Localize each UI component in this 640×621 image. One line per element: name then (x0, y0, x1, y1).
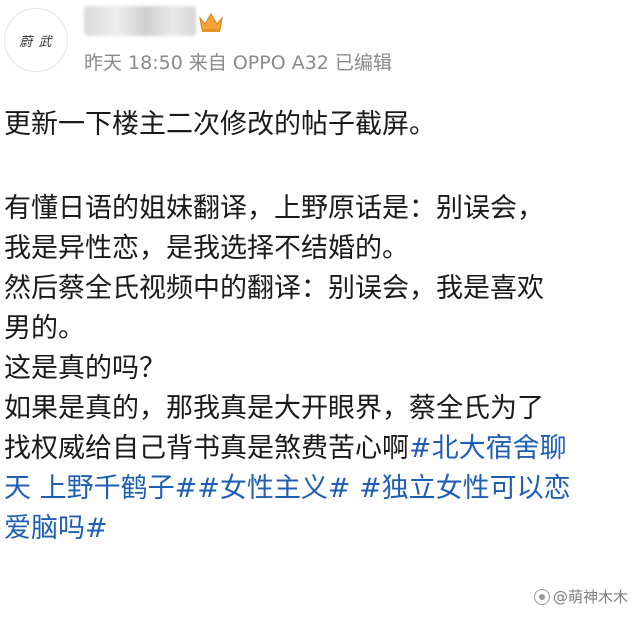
post-line: 然后蔡全氏视频中的翻译：别误会，我是喜欢 (4, 273, 544, 304)
post-line: 如果是真的，那我真是大开眼界，蔡全氏为了 (4, 393, 544, 424)
hashtag-link[interactable]: #独立女性可以恋 (359, 473, 571, 504)
post-line: 这是真的吗？ (4, 353, 166, 384)
post-text: 找权威给自己背书真是煞费苦心啊 (4, 433, 409, 464)
post-line: 找权威给自己背书真是煞费苦心啊#北大宿舍聊 (4, 429, 636, 469)
hashtag-link[interactable]: 爱脑吗# (4, 513, 108, 544)
watermark: @萌神木木 (533, 586, 628, 607)
avatar-text: 蔚 武 (19, 34, 53, 50)
post-line: 男的。 (4, 313, 85, 344)
watermark-label: @萌神木木 (552, 588, 628, 606)
post-line: 天 上野千鹤子##女性主义# #独立女性可以恋 (4, 469, 636, 509)
post-line: 有懂日语的姐妹翻译，上野原话是：别误会， (4, 193, 544, 224)
crown-icon (199, 13, 223, 32)
post-header: 蔚 武 昨天 18:50 来自 OPPO A32 已编辑 (0, 0, 640, 80)
post-time: 昨天 18:50 (84, 52, 183, 74)
post-line: 更新一下楼主二次修改的帖子截屏。 (4, 109, 436, 140)
username-blurred[interactable] (84, 6, 196, 36)
hashtag-link[interactable]: #北大宿舍聊 (409, 433, 567, 464)
hashtag-link[interactable]: #女性主义# (197, 473, 350, 504)
post-source: 来自 OPPO A32 (188, 52, 329, 74)
post-meta: 昨天 18:50 来自 OPPO A32 已编辑 (84, 48, 398, 75)
post-body: 更新一下楼主二次修改的帖子截屏。 有懂日语的姐妹翻译，上野原话是：别误会， 我是… (4, 105, 636, 549)
hashtag-link[interactable]: 天 上野千鹤子# (4, 473, 197, 504)
watermark-logo-icon (533, 588, 550, 605)
post-line: 爱脑吗# (4, 509, 636, 549)
avatar[interactable]: 蔚 武 (4, 8, 68, 72)
post-line: 我是异性恋，是我选择不结婚的。 (4, 233, 409, 264)
edited-label[interactable]: 已编辑 (335, 52, 392, 74)
